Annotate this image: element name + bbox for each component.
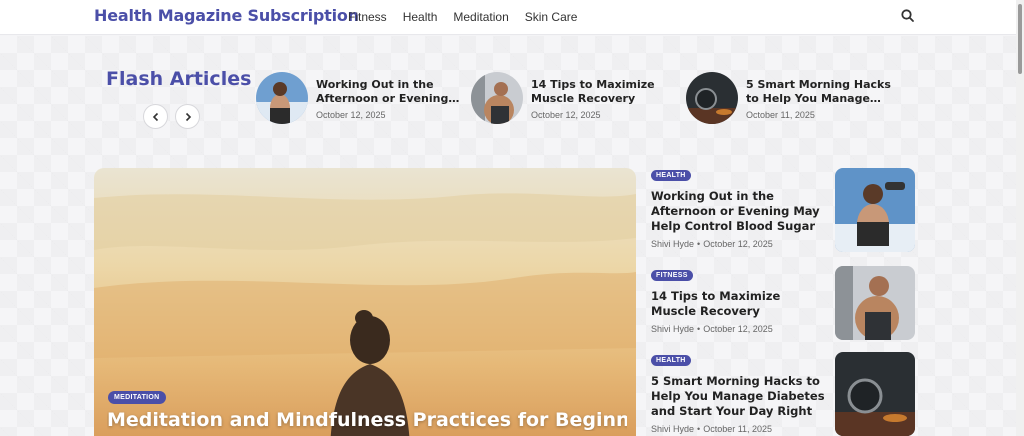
flash-article-thumbnail[interactable] [471,72,523,124]
flash-article-thumbnail[interactable] [256,72,308,124]
side-article-item[interactable]: FITNESS 14 Tips to Maximize Muscle Recov… [651,266,916,344]
side-article-category-badge[interactable]: HEALTH [651,355,691,366]
flash-next-button[interactable] [175,104,200,129]
side-article-category-badge[interactable]: FITNESS [651,270,693,281]
side-article-meta: Shivi Hyde • October 12, 2025 [651,324,773,334]
side-article-author[interactable]: Shivi Hyde [651,324,694,334]
side-article-author[interactable]: Shivi Hyde [651,239,694,249]
scrollbar-thumb[interactable] [1018,4,1022,74]
main-nav: Fitness Health Meditation Skin Care [348,10,577,24]
meta-separator: • [697,424,701,434]
side-article-thumbnail[interactable] [835,168,915,252]
side-article-title[interactable]: 14 Tips to Maximize Muscle Recovery [651,289,826,319]
chevron-left-icon [152,112,158,121]
search-icon[interactable] [900,8,916,24]
side-article-category-badge[interactable]: HEALTH [651,170,691,181]
flash-article-date: October 12, 2025 [316,110,386,120]
nav-item-health[interactable]: Health [403,10,438,24]
site-title[interactable]: Health Magazine Subscription [94,6,359,25]
meta-separator: • [697,239,701,249]
side-article-thumbnail[interactable] [835,352,915,436]
side-article-date: October 11, 2025 [703,424,773,434]
flash-article-date: October 11, 2025 [746,110,815,120]
side-article-meta: Shivi Hyde • October 11, 2025 [651,424,772,434]
site-header: Health Magazine Subscription Fitness Hea… [0,0,1024,35]
flash-article-title[interactable]: Working Out in the Afternoon or Evening … [316,78,466,106]
side-article-thumbnail[interactable] [835,266,915,340]
nav-item-fitness[interactable]: Fitness [348,10,387,24]
side-article-title[interactable]: 5 Smart Morning Hacks to Help You Manage… [651,374,826,419]
flash-article-title[interactable]: 5 Smart Morning Hacks to Help You Manage… [746,78,896,106]
side-article-title[interactable]: Working Out in the Afternoon or Evening … [651,189,826,234]
flash-article-thumbnail[interactable] [686,72,738,124]
nav-item-meditation[interactable]: Meditation [453,10,508,24]
page-scrollbar[interactable] [1016,0,1024,436]
featured-category-badge[interactable]: MEDITATION [108,391,166,404]
meta-separator: • [697,324,701,334]
nav-item-skin-care[interactable]: Skin Care [525,10,578,24]
featured-article-image[interactable] [94,168,636,436]
side-article-item[interactable]: HEALTH 5 Smart Morning Hacks to Help You… [651,352,916,436]
flash-article-date: October 12, 2025 [531,110,601,120]
featured-article-title[interactable]: Meditation and Mindfulness Practices for… [107,409,627,431]
chevron-right-icon [185,112,191,121]
flash-articles-heading: Flash Articles [106,68,252,90]
side-article-date: October 12, 2025 [703,324,773,334]
side-article-date: October 12, 2025 [703,239,773,249]
flash-prev-button[interactable] [143,104,168,129]
side-article-item[interactable]: HEALTH Working Out in the Afternoon or E… [651,168,916,256]
side-article-author[interactable]: Shivi Hyde [651,424,694,434]
flash-article-title[interactable]: 14 Tips to Maximize Muscle Recovery [531,78,681,106]
side-article-meta: Shivi Hyde • October 12, 2025 [651,239,773,249]
